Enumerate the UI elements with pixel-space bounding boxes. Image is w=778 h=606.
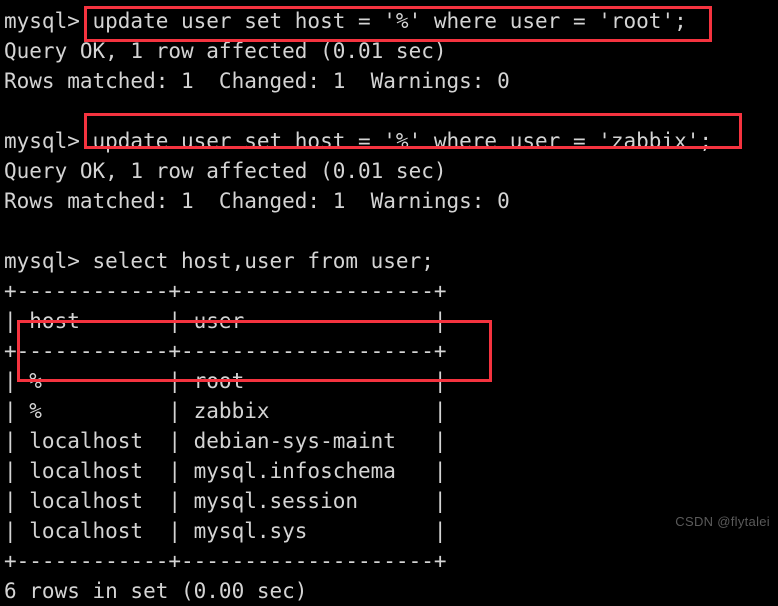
table-row: | localhost | mysql.infoschema | — [4, 459, 447, 483]
table-separator: +------------+--------------------+ — [4, 339, 447, 363]
table-header-row: | host | user | — [4, 309, 447, 333]
table-separator: +------------+--------------------+ — [4, 279, 447, 303]
watermark: CSDN @flytalei — [675, 514, 770, 529]
terminal-line: Query OK, 1 row affected (0.01 sec) — [4, 159, 447, 183]
terminal-line: mysql> select host,user from user; — [4, 249, 434, 273]
table-row: | localhost | debian-sys-maint | — [4, 429, 447, 453]
terminal-window[interactable]: mysql> update user set host = '%' where … — [0, 0, 778, 603]
terminal-line: Rows matched: 1 Changed: 1 Warnings: 0 — [4, 69, 510, 93]
terminal-line: mysql> update user set host = '%' where … — [4, 9, 687, 33]
terminal-line: mysql> update user set host = '%' where … — [4, 129, 713, 153]
terminal-output[interactable]: mysql> update user set host = '%' where … — [0, 0, 778, 603]
table-row: | localhost | mysql.session | — [4, 489, 447, 513]
table-row: | localhost | mysql.sys | — [4, 519, 447, 543]
table-row: | % | zabbix | — [4, 399, 447, 423]
terminal-line: Query OK, 1 row affected (0.01 sec) — [4, 39, 447, 63]
table-row: | % | root | — [4, 369, 447, 393]
table-separator: +------------+--------------------+ — [4, 549, 447, 573]
table-footer: 6 rows in set (0.00 sec) — [4, 579, 308, 603]
terminal-line: Rows matched: 1 Changed: 1 Warnings: 0 — [4, 189, 510, 213]
